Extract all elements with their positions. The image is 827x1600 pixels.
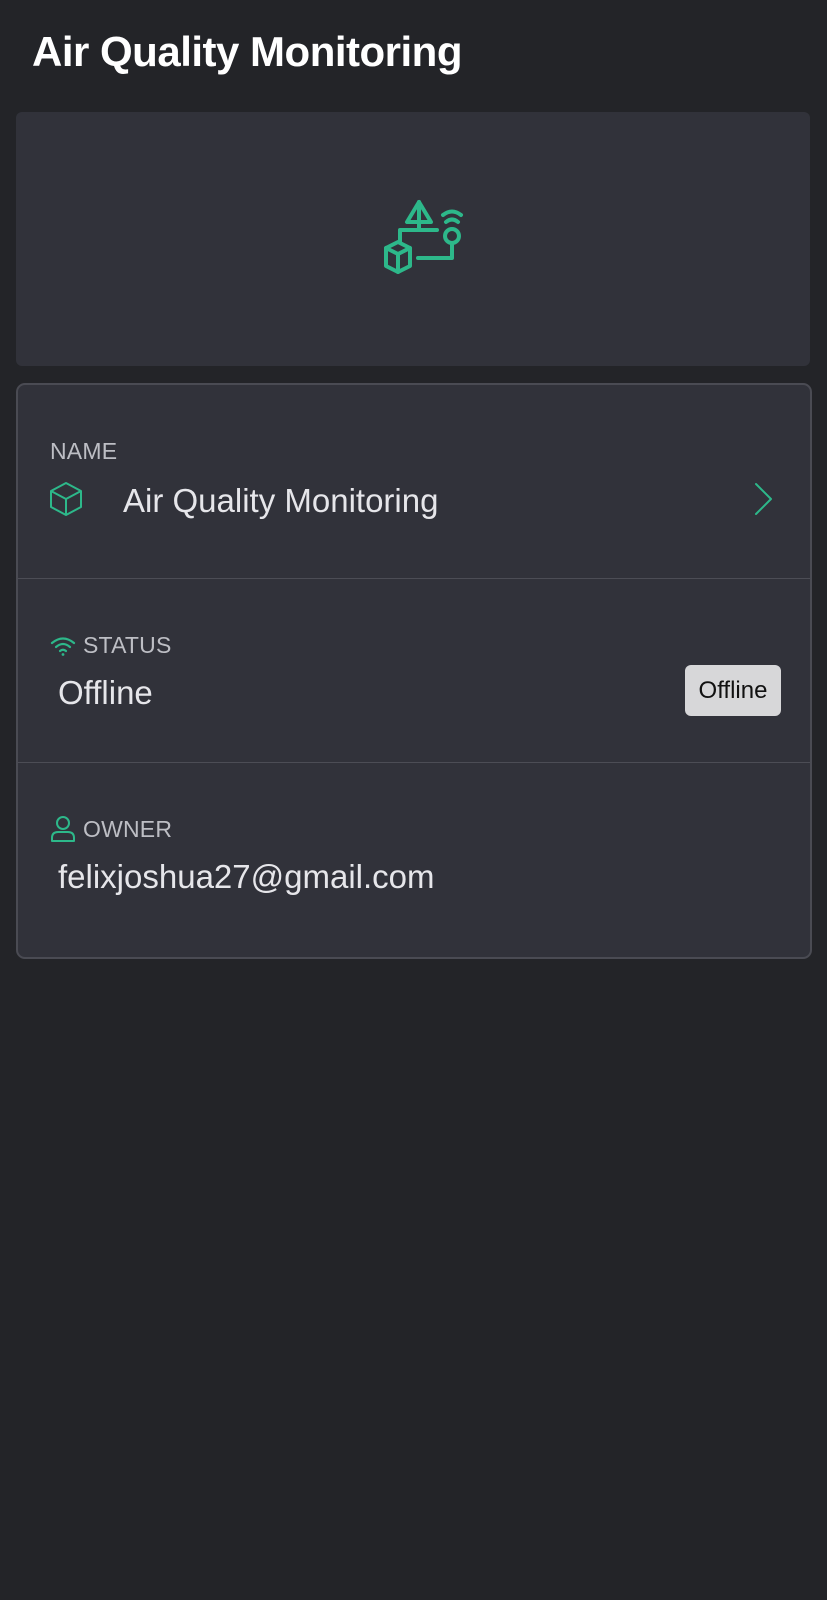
page-title: Air Quality Monitoring bbox=[32, 28, 462, 75]
owner-email-value: felixjoshua27@gmail.com bbox=[58, 858, 435, 895]
chevron-right-icon[interactable] bbox=[752, 481, 774, 517]
owner-label: OWNER bbox=[83, 816, 173, 842]
iot-device-network-icon bbox=[384, 200, 463, 274]
device-name-value: Air Quality Monitoring bbox=[123, 482, 439, 519]
device-details-card: NAME Air Quality Monitoring STATUS Offli… bbox=[16, 383, 812, 959]
user-icon bbox=[51, 816, 75, 842]
cube-icon bbox=[50, 482, 82, 516]
wifi-icon bbox=[50, 637, 76, 656]
status-row: STATUS Offline Offline bbox=[18, 578, 810, 763]
status-label: STATUS bbox=[83, 632, 172, 658]
owner-row: OWNER felixjoshua27@gmail.com bbox=[18, 762, 810, 957]
device-hero-card bbox=[16, 112, 810, 366]
status-badge: Offline bbox=[685, 665, 781, 716]
status-value: Offline bbox=[58, 674, 153, 711]
name-label: NAME bbox=[50, 438, 118, 464]
name-row[interactable]: NAME Air Quality Monitoring bbox=[18, 385, 810, 578]
